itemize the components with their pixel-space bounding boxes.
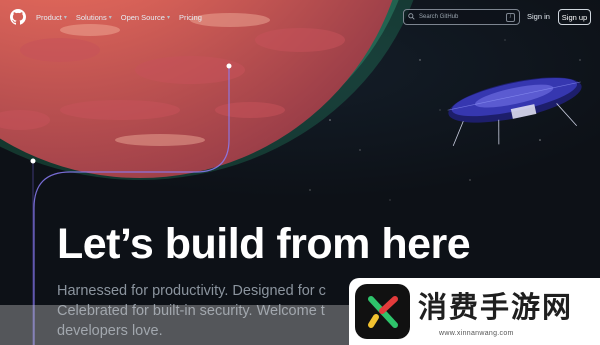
search-shortcut-key: / <box>506 12 515 22</box>
github-icon[interactable] <box>10 9 26 25</box>
watermark-title: 消费手游网 <box>418 290 574 324</box>
chevron-down-icon: ▾ <box>63 14 67 21</box>
nav-open-source[interactable]: Open Source ▾ <box>121 13 170 22</box>
chevron-down-icon: ▾ <box>108 14 112 21</box>
nav-solutions[interactable]: Solutions ▾ <box>76 13 112 22</box>
search-icon <box>408 12 415 22</box>
nav-open-source-label: Open Source <box>120 12 165 22</box>
sign-in-link[interactable]: Sign in <box>527 12 550 21</box>
watermark-url: www.xinnanwang.com <box>439 330 514 337</box>
nav-pricing-label: Pricing <box>178 12 202 22</box>
search-input[interactable]: Search GitHub / <box>403 9 520 25</box>
sign-up-button[interactable]: Sign up <box>558 9 591 25</box>
nav-pricing[interactable]: Pricing <box>179 13 202 22</box>
hero-headline: Let’s build from here <box>57 220 471 268</box>
overlay-band <box>0 305 356 345</box>
chevron-down-icon: ▾ <box>166 14 170 21</box>
search-placeholder: Search GitHub <box>419 14 459 20</box>
main-nav: Product ▾ Solutions ▾ Open Source ▾ Pric… <box>36 13 202 22</box>
watermark-banner: 消费手游网 www.xinnanwang.com <box>349 278 600 345</box>
nav-solutions-label: Solutions <box>75 12 107 22</box>
nav-product-label: Product <box>36 12 62 22</box>
watermark-logo-icon <box>355 284 410 339</box>
nav-product[interactable]: Product ▾ <box>36 13 67 22</box>
